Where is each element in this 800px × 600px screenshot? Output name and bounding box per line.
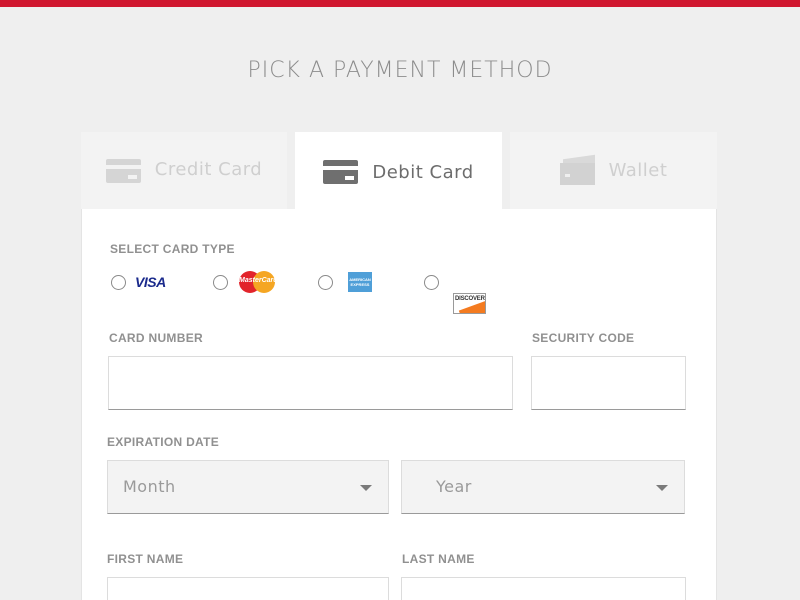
card-number-input[interactable] — [108, 356, 513, 410]
mastercard-radio[interactable] — [213, 275, 228, 290]
month-select[interactable]: Month — [107, 460, 389, 514]
month-select-value: Month — [123, 477, 176, 496]
page-title: PICK A PAYMENT METHOD — [247, 58, 553, 83]
visa-logo: VISA — [135, 274, 166, 290]
year-select[interactable]: Year — [401, 460, 685, 514]
card-type-label: SELECT CARD TYPE — [110, 242, 235, 256]
visa-radio[interactable] — [111, 275, 126, 290]
wallet-icon — [559, 154, 595, 185]
debit-card-icon — [323, 160, 359, 184]
tab-wallet[interactable]: Wallet — [510, 132, 717, 209]
top-accent-bar — [0, 0, 800, 7]
last-name-label: LAST NAME — [402, 552, 475, 566]
card-number-label: CARD NUMBER — [109, 331, 203, 345]
security-code-label: SECURITY CODE — [532, 331, 635, 345]
discover-radio[interactable] — [424, 275, 439, 290]
expiration-date-label: EXPIRATION DATE — [107, 435, 220, 449]
discover-logo: DISCOVER — [453, 293, 486, 314]
amex-radio[interactable] — [318, 275, 333, 290]
tab-debit-card[interactable]: Debit Card — [295, 132, 502, 212]
mastercard-logo: MasterCard — [239, 271, 278, 293]
tab-label: Wallet — [608, 160, 668, 181]
credit-card-icon — [105, 158, 141, 183]
tab-credit-card[interactable]: Credit Card — [81, 132, 287, 209]
tab-label: Debit Card — [372, 161, 474, 183]
security-code-input[interactable] — [531, 356, 686, 410]
payment-form-panel: SELECT CARD TYPE VISA MasterCard AMERICA… — [81, 209, 717, 600]
first-name-input[interactable] — [107, 577, 389, 600]
first-name-label: FIRST NAME — [107, 552, 184, 566]
tab-label: Credit Card — [154, 159, 263, 180]
chevron-down-icon — [360, 485, 372, 491]
last-name-input[interactable] — [401, 577, 686, 600]
amex-logo: AMERICAN EXPRESS — [348, 272, 372, 292]
year-select-value: Year — [436, 477, 472, 496]
chevron-down-icon — [656, 485, 668, 491]
